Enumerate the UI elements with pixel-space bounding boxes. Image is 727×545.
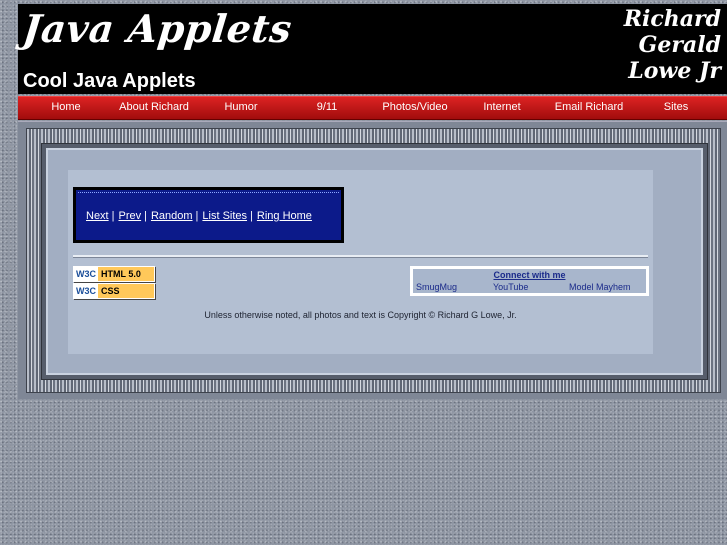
site-logo[interactable]: Java Applets (21, 6, 294, 51)
nav-item-home[interactable]: Home (51, 101, 80, 113)
frame-border: Next | Prev | Random | List Sites | Ring Home W3… (41, 143, 708, 380)
webring-next-link[interactable]: Next (86, 210, 109, 222)
copyright-notice: Unless otherwise noted, all photos and t… (204, 310, 517, 320)
webring-ring-home-link[interactable]: Ring Home (257, 210, 312, 222)
model-mayhem-link[interactable]: Model Mayhem (569, 282, 631, 292)
divider (73, 255, 648, 258)
page-title: Cool Java Applets (23, 70, 196, 92)
site-header: Java Applets Cool Java Applets Richard G… (18, 4, 727, 94)
smugmug-link[interactable]: SmugMug (416, 282, 457, 292)
main-panel: Next | Prev | Random | List Sites | Ring Home W3… (68, 170, 653, 354)
youtube-link[interactable]: YouTube (493, 282, 528, 292)
nav-item-internet[interactable]: Internet (483, 101, 520, 113)
signature-line: Lowe Jr (628, 58, 721, 84)
content-area: Next | Prev | Random | List Sites | Ring Home W3… (18, 121, 727, 399)
webring-list-sites-link[interactable]: List Sites (202, 210, 247, 222)
connect-title[interactable]: Connect with me (413, 270, 646, 280)
webring-prev-link[interactable]: Prev (118, 210, 141, 222)
signature-line: Richard (623, 6, 721, 32)
signature-line: Gerald (638, 32, 721, 58)
webring-separator: | (111, 210, 115, 222)
w3c-logo: W3C (74, 267, 98, 281)
w3c-logo: W3C (74, 284, 98, 298)
frame-inner: Next | Prev | Random | List Sites | Ring Home W3… (46, 148, 703, 375)
webring-separator: | (250, 210, 253, 222)
webring-separator: | (195, 210, 199, 222)
webring-links: Next | Prev | Random | List Sites | Ring Home (86, 210, 312, 222)
webring-box: Next | Prev | Random | List Sites | Ring Home (73, 187, 344, 243)
nav-item-9-11[interactable]: 9/11 (317, 101, 338, 113)
decorative-frame: Next | Prev | Random | List Sites | Ring Home W3… (26, 128, 721, 393)
css-badge-label: CSS (98, 284, 154, 298)
connect-box: Connect with me SmugMug YouTube Model Ma… (410, 266, 649, 296)
webring-separator: | (144, 210, 147, 222)
nav-item-email-richard[interactable]: Email Richard (555, 101, 623, 113)
main-navigation: Home About Richard Humor 9/11 Photos/Vid… (18, 96, 727, 120)
nav-item-humor[interactable]: Humor (224, 101, 257, 113)
page-container: Java Applets Cool Java Applets Richard G… (18, 4, 727, 399)
signature-logo: Richard Gerald Lowe Jr (624, 6, 721, 84)
w3c-html-badge[interactable]: W3C HTML 5.0 (73, 266, 155, 282)
nav-item-photos-video[interactable]: Photos/Video (382, 101, 447, 113)
nav-item-sites[interactable]: Sites (664, 101, 688, 113)
html-badge-label: HTML 5.0 (98, 267, 154, 281)
webring-random-link[interactable]: Random (151, 210, 193, 222)
w3c-css-badge[interactable]: W3C CSS (73, 283, 155, 299)
nav-item-about-richard[interactable]: About Richard (119, 101, 189, 113)
